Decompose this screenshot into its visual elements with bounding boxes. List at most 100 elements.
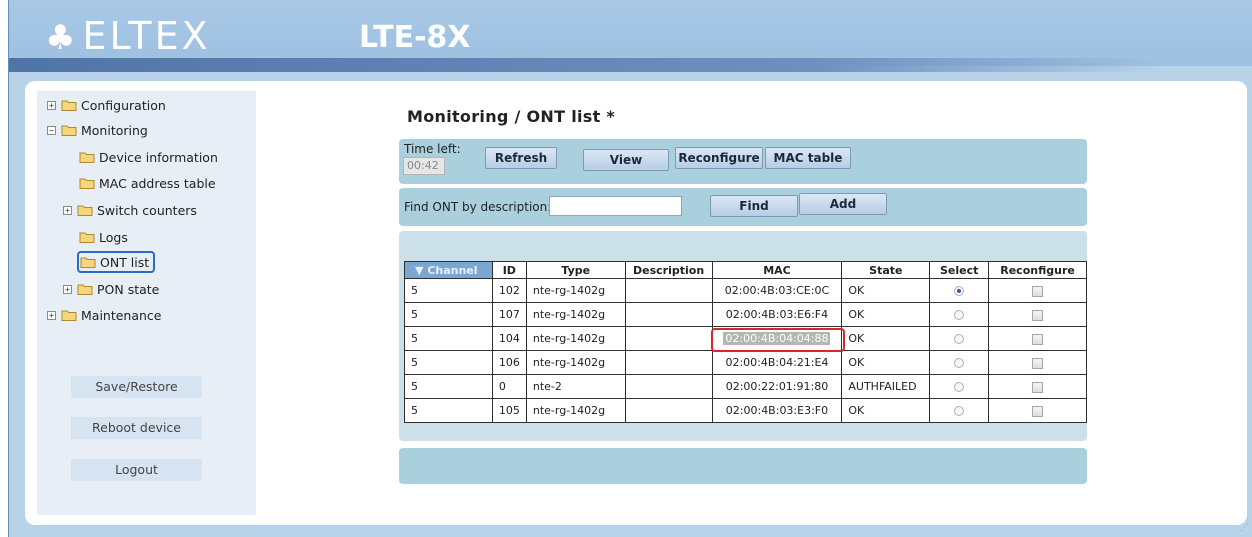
cell-select (929, 302, 990, 327)
folder-icon (61, 99, 77, 111)
ont-table: ▼ Channel ID Type Description MAC State … (404, 261, 1087, 423)
header-label: Channel (427, 263, 478, 277)
select-radio[interactable] (954, 334, 965, 344)
cell-mac: 02:00:22:01:91:80 (711, 374, 843, 399)
tree-item-label: Maintenance (81, 307, 162, 323)
find-description-input[interactable] (549, 196, 682, 216)
cell-type: nte-rg-1402g (525, 326, 626, 351)
reconfigure-checkbox[interactable] (1032, 405, 1044, 417)
cell-description (624, 278, 713, 303)
reconfigure-checkbox[interactable] (1032, 333, 1044, 345)
cell-type: nte-2 (525, 374, 626, 399)
tree-item-maintenance[interactable]: + Maintenance (47, 305, 162, 325)
tree-item-ont-list[interactable]: ONT list (77, 251, 156, 273)
time-left-label: Time left: (404, 142, 461, 156)
cell-id: 104 (491, 326, 527, 351)
table-row[interactable]: 5 107 nte-rg-1402g 02:00:4B:03:E6:F4 OK (404, 302, 1087, 327)
cell-description (624, 374, 713, 399)
logo-mark-icon: ♣ (45, 18, 79, 58)
resize-grip-icon[interactable]: ⋰ (1240, 523, 1249, 533)
tree-item-configuration[interactable]: + Configuration (47, 95, 166, 115)
cell-channel: 5 (404, 326, 493, 351)
tree-item-label: Device information (99, 149, 218, 165)
cell-channel: 5 (404, 278, 493, 303)
footer-box (399, 448, 1087, 484)
tree-item-pon-state[interactable]: + PON state (63, 279, 159, 299)
logo-text: ELTEX (82, 14, 211, 58)
select-radio[interactable] (954, 286, 965, 296)
reconfigure-checkbox[interactable] (1032, 357, 1044, 369)
main-panel: + Configuration − Monitoring Device info… (25, 81, 1247, 525)
reconfigure-checkbox[interactable] (1032, 381, 1044, 393)
app-window: ♣ ELTEX LTE-8X + Configuration − Monitori… (8, 0, 1252, 537)
cell-state: OK (841, 398, 931, 423)
col-type-header[interactable]: Type (525, 261, 626, 279)
toolbar-box: Time left: 00:42 Refresh View Reconfigur… (399, 139, 1087, 184)
mac-table-button[interactable]: MAC table (765, 147, 851, 169)
tree-item-mac-address-table[interactable]: MAC address table (79, 173, 216, 193)
tree-item-monitoring[interactable]: − Monitoring (47, 120, 148, 140)
cell-reconfigure (988, 398, 1087, 423)
tree-item-label: Monitoring (81, 122, 148, 138)
folder-icon (77, 283, 93, 295)
folder-open-icon (61, 124, 77, 136)
cell-channel: 5 (404, 374, 493, 399)
select-radio[interactable] (954, 358, 965, 368)
reconfigure-button[interactable]: Reconfigure (675, 147, 763, 169)
cell-description (624, 350, 713, 375)
col-description-header[interactable]: Description (624, 261, 713, 279)
select-radio[interactable] (954, 406, 965, 416)
col-channel-header[interactable]: ▼ Channel (404, 261, 493, 279)
table-row[interactable]: 5 104 nte-rg-1402g 02:00:4B:04:04:88 OK (404, 326, 1087, 352)
cell-mac-highlighted: 02:00:4B:04:04:88 (710, 326, 845, 352)
view-button[interactable]: View (583, 149, 669, 171)
cell-description (624, 398, 713, 423)
ont-table-box: ▼ Channel ID Type Description MAC State … (399, 231, 1087, 441)
time-left-field: 00:42 (403, 157, 445, 175)
refresh-button[interactable]: Refresh (485, 147, 557, 169)
cell-reconfigure (988, 326, 1087, 351)
cell-type: nte-rg-1402g (525, 302, 626, 327)
col-select-header[interactable]: Select (929, 261, 990, 279)
col-state-header[interactable]: State (841, 261, 931, 279)
cell-reconfigure (988, 302, 1087, 327)
tree-item-label: Configuration (81, 97, 166, 113)
col-reconfigure-header[interactable]: Reconfigure (988, 261, 1087, 279)
col-id-header[interactable]: ID (491, 261, 527, 279)
table-row[interactable]: 5 0 nte-2 02:00:22:01:91:80 AUTHFAILED (404, 374, 1087, 399)
cell-state: OK (841, 278, 931, 303)
cell-state: OK (841, 350, 931, 375)
add-button[interactable]: Add (799, 193, 887, 215)
folder-icon (77, 204, 93, 216)
select-radio[interactable] (954, 382, 965, 392)
table-row[interactable]: 5 106 nte-rg-1402g 02:00:4B:04:21:E4 OK (404, 350, 1087, 375)
save-restore-button[interactable]: Save/Restore (71, 376, 202, 398)
collapse-icon[interactable]: − (47, 125, 56, 135)
cell-channel: 5 (404, 302, 493, 327)
reboot-device-button[interactable]: Reboot device (71, 417, 202, 439)
reconfigure-checkbox[interactable] (1032, 309, 1044, 321)
expand-icon[interactable]: + (47, 100, 56, 110)
table-header-row: ▼ Channel ID Type Description MAC State … (404, 261, 1087, 279)
cell-id: 107 (491, 302, 527, 327)
cell-select (929, 326, 990, 351)
tree-item-switch-counters[interactable]: + Switch counters (63, 200, 197, 220)
tree-item-logs[interactable]: Logs (79, 227, 128, 247)
table-row[interactable]: 5 105 nte-rg-1402g 02:00:4B:03:E3:F0 OK (404, 398, 1087, 423)
expand-icon[interactable]: + (63, 284, 72, 294)
find-button[interactable]: Find (710, 195, 798, 217)
cell-select (929, 350, 990, 375)
eltex-logo: ♣ ELTEX (45, 14, 211, 58)
highlight-frame (710, 328, 845, 352)
select-radio[interactable] (954, 310, 965, 320)
reconfigure-checkbox[interactable] (1032, 285, 1044, 297)
table-row[interactable]: 5 102 nte-rg-1402g 02:00:4B:03:CE:0C OK (404, 278, 1087, 303)
expand-icon[interactable]: + (47, 310, 56, 320)
cell-type: nte-rg-1402g (525, 398, 626, 423)
logout-button[interactable]: Logout (71, 459, 202, 481)
tree-item-device-information[interactable]: Device information (79, 147, 218, 167)
expand-icon[interactable]: + (63, 205, 72, 215)
cell-state: OK (841, 302, 931, 327)
col-mac-header[interactable]: MAC (711, 261, 843, 279)
device-model: LTE-8X (359, 20, 471, 55)
